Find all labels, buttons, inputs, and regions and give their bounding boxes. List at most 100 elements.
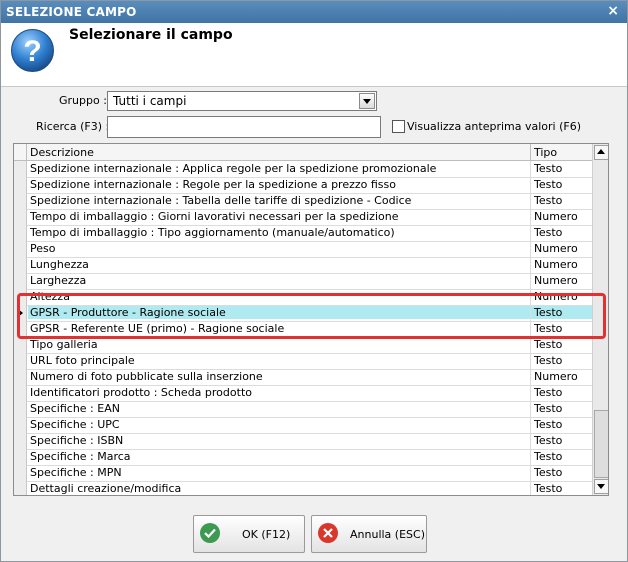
table-row[interactable]: Specifiche : UPC Testo — [14, 417, 608, 434]
cell-separator — [530, 257, 531, 273]
table-row[interactable]: Tempo di imballaggio : Tipo aggiornament… — [14, 225, 608, 242]
cell-separator — [530, 193, 531, 209]
row-indicator[interactable] — [14, 401, 27, 417]
row-indicator[interactable] — [14, 465, 27, 481]
scroll-up-icon[interactable] — [594, 145, 608, 160]
table-row[interactable]: Tempo di imballaggio : Giorni lavorativi… — [14, 209, 608, 226]
search-label: Ricerca (F3) : — [36, 120, 110, 133]
row-indicator[interactable] — [14, 417, 27, 433]
table-row[interactable]: Peso Numero — [14, 241, 608, 258]
cell-type: Testo — [534, 450, 563, 463]
cell-type: Numero — [534, 258, 578, 271]
row-indicator[interactable] — [14, 241, 27, 257]
cell-separator — [530, 225, 531, 241]
cancel-button[interactable]: Annulla (ESC) — [311, 515, 427, 553]
ok-button[interactable]: OK (F12) — [193, 515, 305, 553]
cell-type: Numero — [534, 274, 578, 287]
cell-separator — [530, 417, 531, 433]
cell-type: Testo — [534, 402, 563, 415]
row-indicator[interactable] — [14, 481, 27, 495]
table-row[interactable]: Spedizione internazionale : Regole per l… — [14, 177, 608, 194]
column-header-description[interactable]: Descrizione — [30, 146, 94, 159]
table-row[interactable]: Specifiche : Marca Testo — [14, 449, 608, 466]
table-row[interactable]: Larghezza Numero — [14, 273, 608, 290]
cell-description: Spedizione internazionale : Tabella dell… — [30, 194, 412, 207]
svg-text:?: ? — [23, 35, 41, 68]
row-indicator[interactable] — [14, 433, 27, 449]
cell-description: Specifiche : EAN — [30, 402, 120, 415]
cell-description: Larghezza — [30, 274, 87, 287]
cell-separator — [530, 241, 531, 257]
cell-description: Peso — [30, 242, 56, 255]
cell-description: Tempo di imballaggio : Giorni lavorativi… — [30, 210, 399, 223]
row-indicator[interactable] — [14, 225, 27, 241]
table-row[interactable]: Spedizione internazionale : Applica rego… — [14, 161, 608, 178]
row-indicator[interactable] — [14, 385, 27, 401]
cell-description: Specifiche : MPN — [30, 466, 122, 479]
column-separator — [530, 144, 531, 160]
cell-separator — [530, 433, 531, 449]
row-indicator[interactable] — [14, 209, 27, 225]
close-icon[interactable]: × — [607, 3, 619, 19]
cancel-button-label: Annulla (ESC) — [350, 528, 425, 541]
preview-checkbox[interactable] — [392, 120, 405, 133]
table-row[interactable]: Specifiche : MPN Testo — [14, 465, 608, 482]
search-input[interactable] — [107, 116, 381, 138]
cell-type: Testo — [534, 338, 563, 351]
row-indicator[interactable] — [14, 353, 27, 369]
row-indicator[interactable] — [14, 337, 27, 353]
ok-button-label: OK (F12) — [242, 528, 291, 541]
cell-type: Numero — [534, 210, 578, 223]
scroll-thumb[interactable] — [594, 410, 608, 478]
cell-type: Numero — [534, 370, 578, 383]
cell-type: Testo — [534, 482, 563, 495]
table-row[interactable]: Identificatori prodotto : Scheda prodott… — [14, 385, 608, 402]
table-row[interactable]: Specifiche : ISBN Testo — [14, 433, 608, 450]
table-row[interactable]: Specifiche : EAN Testo — [14, 401, 608, 418]
chevron-down-icon[interactable] — [359, 93, 375, 109]
title-bar[interactable]: SELEZIONE CAMPO × — [1, 1, 627, 23]
cell-separator — [530, 401, 531, 417]
table-row[interactable]: Lunghezza Numero — [14, 257, 608, 274]
cell-type: Testo — [534, 226, 563, 239]
row-indicator[interactable] — [14, 369, 27, 385]
dialog-header: ? Selezionare il campo — [1, 23, 627, 87]
cell-separator — [530, 337, 531, 353]
cell-separator — [530, 449, 531, 465]
group-select[interactable]: Tutti i campi — [107, 91, 377, 111]
cell-separator — [530, 161, 531, 177]
cell-description: Specifiche : Marca — [30, 450, 131, 463]
cell-separator — [530, 209, 531, 225]
row-indicator[interactable] — [14, 273, 27, 289]
scroll-down-icon[interactable] — [594, 479, 608, 494]
row-indicator[interactable] — [14, 449, 27, 465]
cell-description: Lunghezza — [30, 258, 89, 271]
preview-checkbox-label[interactable]: Visualizza anteprima valori (F6) — [407, 120, 581, 133]
cell-type: Testo — [534, 466, 563, 479]
column-header-type[interactable]: Tipo — [534, 146, 557, 159]
table-row[interactable]: Tipo galleria Testo — [14, 337, 608, 354]
row-indicator[interactable] — [14, 177, 27, 193]
table-row[interactable]: URL foto principale Testo — [14, 353, 608, 370]
cell-separator — [530, 177, 531, 193]
row-indicator-header — [14, 144, 27, 160]
help-question-icon: ? — [11, 29, 54, 72]
cell-separator — [530, 465, 531, 481]
check-icon — [200, 523, 220, 543]
row-indicator[interactable] — [14, 257, 27, 273]
cell-separator — [530, 369, 531, 385]
cell-separator — [530, 385, 531, 401]
cell-type: Testo — [534, 194, 563, 207]
cell-separator — [530, 353, 531, 369]
table-row[interactable]: Spedizione internazionale : Tabella dell… — [14, 193, 608, 210]
group-label: Gruppo : — [59, 94, 107, 107]
row-indicator[interactable] — [14, 161, 27, 177]
cell-description: Dettagli creazione/modifica — [30, 482, 182, 495]
dialog-window: SELEZIONE CAMPO × ? Selezionare il campo… — [0, 0, 628, 562]
row-indicator[interactable] — [14, 193, 27, 209]
table-row[interactable]: Dettagli creazione/modifica Testo — [14, 481, 608, 495]
table-row[interactable]: Numero di foto pubblicate sulla inserzio… — [14, 369, 608, 386]
cell-description: Tempo di imballaggio : Tipo aggiornament… — [30, 226, 395, 239]
cell-description: Identificatori prodotto : Scheda prodott… — [30, 386, 252, 399]
cell-description: Spedizione internazionale : Applica rego… — [30, 162, 437, 175]
